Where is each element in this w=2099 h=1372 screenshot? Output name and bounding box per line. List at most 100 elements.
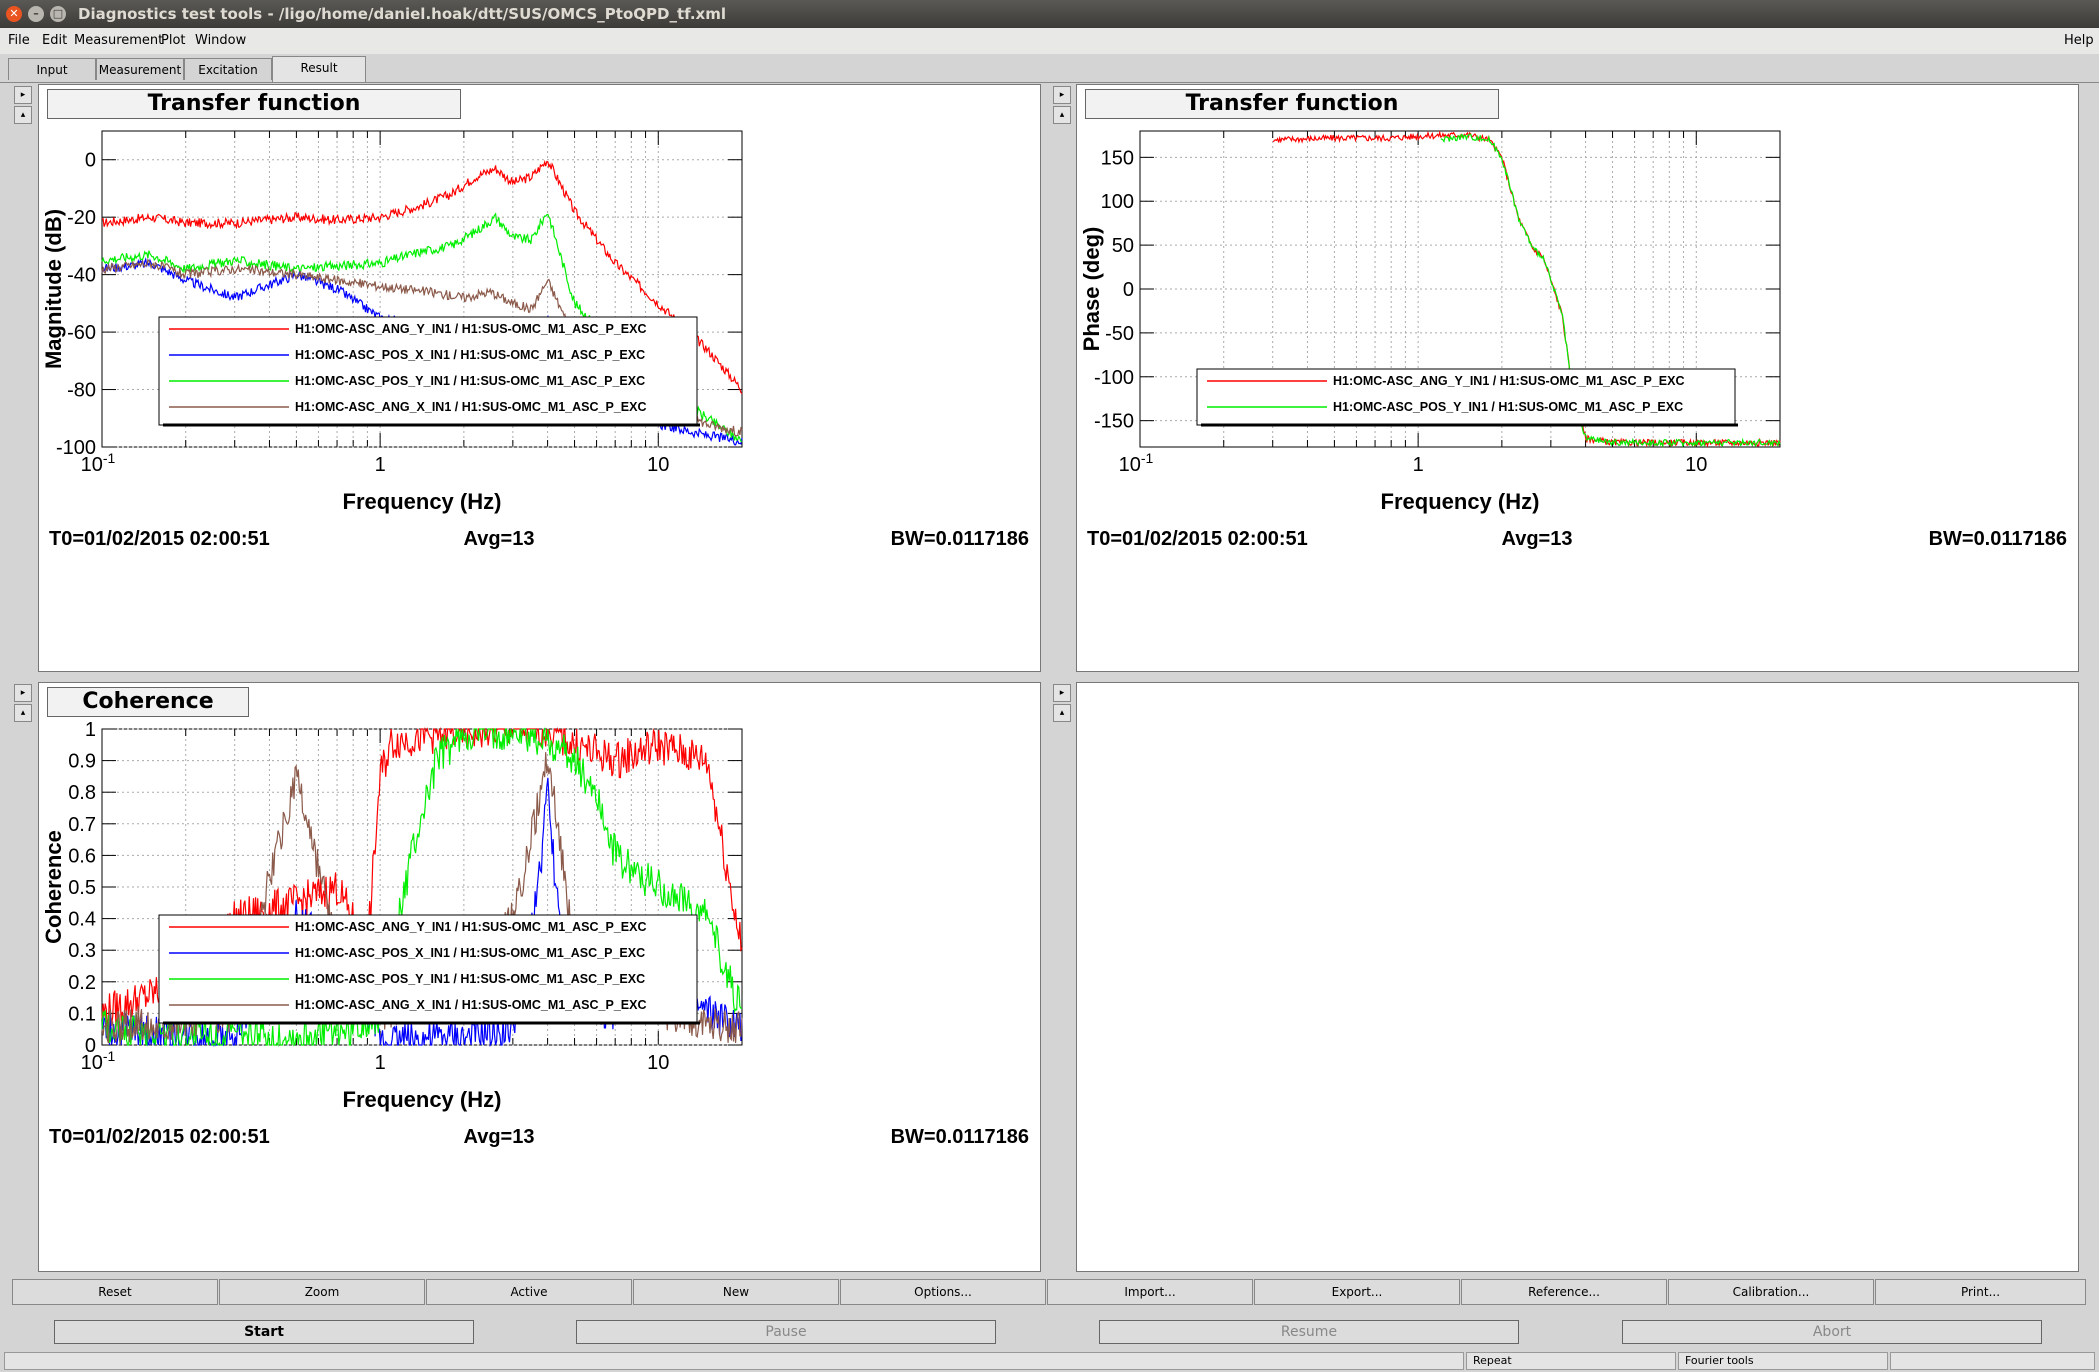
y-tick-label: -60 <box>67 322 96 344</box>
start-time-label: T0=01/02/2015 02:00:51 <box>49 1126 270 1148</box>
status-repeat: Repeat <box>1466 1352 1676 1370</box>
y-tick-label: 0.5 <box>68 877 96 899</box>
legend: H1:OMC-ASC_ANG_Y_IN1 / H1:SUS-OMC_M1_ASC… <box>158 316 700 427</box>
y-tick-label: 0 <box>85 150 96 172</box>
start-button[interactable]: Start <box>54 1320 474 1344</box>
y-tick-label: 0 <box>1123 279 1134 301</box>
tab-result[interactable]: Result <box>272 56 366 82</box>
phase-plot[interactable]: 150 100 50 0 -50 -100 -150 10-1 1 10 Frequency (Hz… <box>1077 85 2078 671</box>
options-button[interactable]: Options... <box>840 1279 1046 1305</box>
menu-measurement[interactable]: Measurement <box>74 28 163 54</box>
y-tick-label: -80 <box>67 380 96 402</box>
status-field-extra <box>1890 1352 2095 1370</box>
averages-label: Avg=13 <box>464 1126 535 1148</box>
legend: H1:OMC-ASC_ANG_Y_IN1 / H1:SUS-OMC_M1_ASC… <box>1196 368 1738 427</box>
x-tick-label: 10 <box>647 454 669 476</box>
plot-toolbar: Reset Zoom Active New Options... Import.… <box>12 1279 2086 1305</box>
pad-transfer-magnitude[interactable]: Transfer function 0 -20 -40 -60 -80 -100 10-1 1… <box>38 84 1041 672</box>
averages-label: Avg=13 <box>464 528 535 550</box>
legend: H1:OMC-ASC_ANG_Y_IN1 / H1:SUS-OMC_M1_ASC… <box>158 914 700 1025</box>
y-axis-label: Phase (deg) <box>1079 227 1104 352</box>
maximize-icon[interactable]: □ <box>50 6 66 22</box>
start-time-label: T0=01/02/2015 02:00:51 <box>49 528 270 550</box>
arrow-up-icon[interactable]: ▴ <box>14 704 32 722</box>
y-axis-label: Magnitude (dB) <box>41 209 66 369</box>
y-tick-label: 0.1 <box>68 1003 96 1025</box>
legend-entry: H1:OMC-ASC_ANG_Y_IN1 / H1:SUS-OMC_M1_ASC… <box>295 920 646 934</box>
pad-side-buttons: ▸ ▴ <box>14 684 32 724</box>
menu-window[interactable]: Window <box>195 28 246 54</box>
y-tick-label: 0.6 <box>68 845 96 867</box>
tab-measurement[interactable]: Measurement <box>96 58 184 80</box>
x-axis-label: Frequency (Hz) <box>343 1087 502 1112</box>
pad-transfer-phase[interactable]: Transfer function 150 100 50 0 -50 -100 -150 10… <box>1076 84 2079 672</box>
arrow-right-icon[interactable]: ▸ <box>14 86 32 104</box>
averages-label: Avg=13 <box>1502 528 1573 550</box>
arrow-right-icon[interactable]: ▸ <box>1053 86 1071 104</box>
magnitude-plot[interactable]: 0-20-40-60-80-10010-1 1 10Frequency (Hz)Ma… <box>39 85 1040 671</box>
close-icon[interactable]: ✕ <box>6 6 22 22</box>
title-bar: ✕ – □ Diagnostics test tools - /ligo/hom… <box>0 0 2099 28</box>
menu-plot[interactable]: Plot <box>161 28 186 54</box>
arrow-up-icon[interactable]: ▴ <box>1053 704 1071 722</box>
y-tick-label: 100 <box>1101 191 1134 213</box>
menu-help[interactable]: Help <box>2064 28 2094 54</box>
arrow-up-icon[interactable]: ▴ <box>14 106 32 124</box>
pad-side-buttons: ▸ ▴ <box>14 86 32 126</box>
x-tick-label: 1 <box>375 454 386 476</box>
y-tick-label: 0.9 <box>68 751 96 773</box>
pad-side-buttons: ▸ ▴ <box>1053 684 1071 724</box>
y-axis-label: Coherence <box>41 830 66 944</box>
resume-button[interactable]: Resume <box>1099 1320 1519 1344</box>
abort-button[interactable]: Abort <box>1622 1320 2042 1344</box>
bandwidth-label: BW=0.0117186 <box>891 528 1029 550</box>
print-button[interactable]: Print... <box>1875 1279 2086 1305</box>
window-title: Diagnostics test tools - /ligo/home/dani… <box>78 5 726 23</box>
reset-button[interactable]: Reset <box>12 1279 218 1305</box>
coherence-plot[interactable]: 10.90.80.70.60.50.40.30.20.1010-1 1 10Freq… <box>39 683 1040 1271</box>
import-button[interactable]: Import... <box>1047 1279 1253 1305</box>
menu-edit[interactable]: Edit <box>42 28 67 54</box>
menu-bar: File Edit Measurement Plot Window Help <box>0 28 2099 54</box>
legend-entry: H1:OMC-ASC_ANG_X_IN1 / H1:SUS-OMC_M1_ASC… <box>295 400 646 414</box>
x-tick-label: 10-1 <box>1119 450 1154 476</box>
arrow-right-icon[interactable]: ▸ <box>14 684 32 702</box>
y-tick-label: -100 <box>1094 367 1134 389</box>
reference-button[interactable]: Reference... <box>1461 1279 1667 1305</box>
arrow-right-icon[interactable]: ▸ <box>1053 684 1071 702</box>
active-button[interactable]: Active <box>426 1279 632 1305</box>
pad-side-buttons: ▸ ▴ <box>1053 86 1071 126</box>
minimize-icon[interactable]: – <box>28 6 44 22</box>
export-button[interactable]: Export... <box>1254 1279 1460 1305</box>
y-tick-label: 50 <box>1112 235 1134 257</box>
menu-file[interactable]: File <box>8 28 30 54</box>
new-button[interactable]: New <box>633 1279 839 1305</box>
x-tick-label: 10 <box>1685 454 1707 476</box>
status-field-main <box>4 1352 1464 1370</box>
status-fourier-tools: Fourier tools <box>1678 1352 1888 1370</box>
y-tick-label: -40 <box>67 265 96 287</box>
y-tick-label: -150 <box>1094 411 1134 433</box>
x-axis-label: Frequency (Hz) <box>1381 489 1540 514</box>
x-tick-label: 10-1 <box>81 450 116 476</box>
start-time-label: T0=01/02/2015 02:00:51 <box>1087 528 1308 550</box>
calibration-button[interactable]: Calibration... <box>1668 1279 1874 1305</box>
legend-entry: H1:OMC-ASC_POS_Y_IN1 / H1:SUS-OMC_M1_ASC… <box>1333 400 1683 414</box>
pad-empty[interactable] <box>1076 682 2079 1272</box>
plot-area: 10.90.80.70.60.50.40.30.20.1010-1 1 10Freq… <box>41 719 1029 1148</box>
legend-entry: H1:OMC-ASC_ANG_X_IN1 / H1:SUS-OMC_M1_ASC… <box>295 998 646 1012</box>
y-tick-label: -50 <box>1105 323 1134 345</box>
legend-entry: H1:OMC-ASC_POS_Y_IN1 / H1:SUS-OMC_M1_ASC… <box>295 972 645 986</box>
y-tick-label: 0.2 <box>68 972 96 994</box>
zoom-button[interactable]: Zoom <box>219 1279 425 1305</box>
x-tick-label: 10-1 <box>81 1048 116 1074</box>
tab-input[interactable]: Input <box>8 58 96 80</box>
x-tick-label: 1 <box>375 1052 386 1074</box>
y-tick-label: 0.4 <box>68 909 96 931</box>
pause-button[interactable]: Pause <box>576 1320 996 1344</box>
tab-excitation[interactable]: Excitation <box>184 58 272 80</box>
arrow-up-icon[interactable]: ▴ <box>1053 106 1071 124</box>
y-tick-label: 150 <box>1101 147 1134 169</box>
y-tick-label: 1 <box>85 719 96 741</box>
pad-coherence[interactable]: Coherence 1 0.9 0.8 0.7 0.6 0.5 0.4 0.3 0.2 0.1 0 1… <box>38 682 1041 1272</box>
